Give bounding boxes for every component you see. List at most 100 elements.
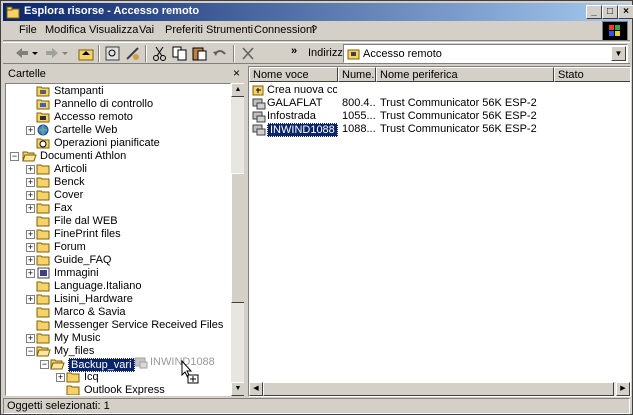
- folder-icon: [36, 176, 51, 188]
- expand-icon[interactable]: +: [26, 204, 35, 213]
- drag-ghost: INWIND1088: [134, 354, 215, 386]
- expand-icon[interactable]: +: [26, 295, 35, 304]
- menu-connessioni[interactable]: Connessioni: [254, 24, 315, 36]
- menu-strumenti[interactable]: Strumenti: [206, 24, 253, 36]
- column-nome-voce[interactable]: Nome voce: [249, 67, 338, 82]
- tree-node-label: My Music: [54, 332, 101, 344]
- delete-icon[interactable]: [239, 45, 257, 62]
- tree-node[interactable]: + Guide_FAQ: [6, 254, 230, 267]
- back-dropdown-icon[interactable]: [31, 45, 39, 62]
- forward-dropdown-icon[interactable]: [61, 45, 69, 62]
- tree-node[interactable]: Messenger Service Received Files: [6, 319, 230, 332]
- folder-icon: [36, 189, 51, 201]
- tree-node[interactable]: Pannello di controllo: [6, 98, 230, 111]
- folder-tree[interactable]: Stampanti Pannello di controllo Accesso re…: [5, 83, 231, 396]
- menu-preferiti[interactable]: Preferiti: [165, 24, 203, 36]
- scroll-up-button[interactable]: ▲: [231, 83, 245, 97]
- tree-node[interactable]: + Articoli: [6, 163, 230, 176]
- window-title: Esplora risorse - Accesso remoto: [24, 5, 200, 17]
- collapse-icon[interactable]: −: [40, 360, 49, 369]
- tree-node-label: Language.Italiano: [54, 280, 142, 292]
- expand-icon[interactable]: +: [26, 165, 35, 174]
- menu-modifica[interactable]: Modifica: [45, 24, 86, 36]
- close-button[interactable]: ×: [618, 5, 633, 19]
- tree-vertical-scrollbar[interactable]: ▲ ▼: [231, 83, 245, 396]
- address-dropdown-button[interactable]: ▼: [611, 46, 626, 61]
- list-horizontal-scrollbar[interactable]: ◀ ▶: [249, 382, 630, 396]
- expand-icon[interactable]: +: [26, 243, 35, 252]
- scroll-down-button[interactable]: ▼: [231, 382, 245, 396]
- tree-node[interactable]: Stampanti: [6, 85, 230, 98]
- tree-node[interactable]: + My Music: [6, 332, 230, 345]
- folders-pane: Cartelle × Stampanti Pannello di controll…: [3, 66, 245, 397]
- folder-icon: [36, 319, 51, 331]
- tree-node[interactable]: + Benck: [6, 176, 230, 189]
- tree-node-label: Operazioni pianificate: [54, 137, 160, 149]
- tree-node[interactable]: + Cover: [6, 189, 230, 202]
- column-stato[interactable]: Stato: [554, 67, 630, 82]
- tree-node[interactable]: + FinePrint files: [6, 228, 230, 241]
- history-icon[interactable]: [124, 45, 142, 62]
- column-numero[interactable]: Nume...: [338, 67, 376, 82]
- expand-icon[interactable]: +: [26, 230, 35, 239]
- tree-node[interactable]: − Documenti Athlon: [6, 150, 230, 163]
- search-icon[interactable]: [104, 45, 122, 62]
- dialup-connection-icon: [252, 123, 266, 139]
- tree-node-label: My_files: [54, 345, 95, 357]
- expand-icon[interactable]: +: [26, 178, 35, 187]
- menu-visualizza[interactable]: Visualizza: [89, 24, 138, 36]
- scroll-thumb[interactable]: [231, 173, 245, 303]
- table-row[interactable]: Crea nuova con...: [249, 84, 630, 97]
- file-list-view[interactable]: Nome voce Nume... Nome periferica Stato …: [248, 66, 631, 397]
- address-field[interactable]: Accesso remoto ▼: [343, 44, 628, 63]
- tree-node[interactable]: + Immagini: [6, 267, 230, 280]
- folder-icon: [36, 254, 51, 266]
- maximize-button[interactable]: □: [602, 5, 618, 19]
- dialup-networking-icon: [36, 111, 51, 123]
- cell-number: 800.4...: [342, 97, 376, 109]
- table-row[interactable]: GALAFLAT 800.4... Trust Communicator 56K E…: [249, 97, 630, 110]
- undo-icon[interactable]: [211, 45, 229, 62]
- menu-vai[interactable]: Vai: [139, 24, 154, 36]
- tree-node-label: Documenti Athlon: [40, 150, 127, 162]
- tree-node[interactable]: Language.Italiano: [6, 280, 230, 293]
- expand-icon[interactable]: +: [26, 191, 35, 200]
- expand-icon[interactable]: +: [56, 373, 65, 382]
- dialup-folder-icon: [347, 49, 360, 60]
- toolbar-more-chevron[interactable]: »: [291, 45, 297, 57]
- paste-icon[interactable]: [191, 45, 209, 62]
- up-folder-icon[interactable]: [77, 45, 95, 62]
- menu-file[interactable]: File: [19, 24, 37, 36]
- tree-node[interactable]: + Lisini_Hardware: [6, 293, 230, 306]
- tree-node[interactable]: Operazioni pianificate: [6, 137, 230, 150]
- expand-icon[interactable]: +: [26, 126, 35, 135]
- menu-help[interactable]: ?: [311, 24, 317, 36]
- collapse-icon[interactable]: −: [10, 152, 19, 161]
- expand-icon[interactable]: +: [26, 269, 35, 278]
- expand-icon[interactable]: +: [26, 256, 35, 265]
- folders-pane-header: Cartelle ×: [3, 66, 244, 82]
- table-row[interactable]: Infostrada 1055... Trust Communicator 56K …: [249, 110, 630, 123]
- tree-node[interactable]: Marco & Savia: [6, 306, 230, 319]
- tree-node-label: Articoli: [54, 163, 88, 175]
- tree-node-label: Stampanti: [54, 85, 104, 97]
- column-nome-periferica[interactable]: Nome periferica: [376, 67, 554, 82]
- tree-node[interactable]: File dal WEB: [6, 215, 230, 228]
- tree-node[interactable]: + Fax: [6, 202, 230, 215]
- cut-icon[interactable]: [151, 45, 169, 62]
- folders-pane-close-button[interactable]: ×: [233, 66, 240, 80]
- expand-icon[interactable]: +: [26, 334, 35, 343]
- tree-node[interactable]: + Cartelle Web: [6, 124, 230, 137]
- copy-icon[interactable]: [171, 45, 189, 62]
- back-arrow-icon[interactable]: [13, 45, 31, 62]
- minimize-button[interactable]: _: [586, 5, 602, 19]
- horizontal-scroll-thumb[interactable]: [263, 382, 614, 396]
- cell-name: Infostrada: [267, 110, 316, 122]
- table-row[interactable]: INWIND1088 1088... Trust Communicator 56K …: [249, 123, 630, 139]
- scroll-right-button[interactable]: ▶: [616, 382, 630, 396]
- forward-arrow-icon[interactable]: [43, 45, 61, 62]
- tree-node[interactable]: + Forum: [6, 241, 230, 254]
- tree-node[interactable]: Accesso remoto: [6, 111, 230, 124]
- collapse-icon[interactable]: −: [26, 347, 35, 356]
- scroll-left-button[interactable]: ◀: [249, 382, 263, 396]
